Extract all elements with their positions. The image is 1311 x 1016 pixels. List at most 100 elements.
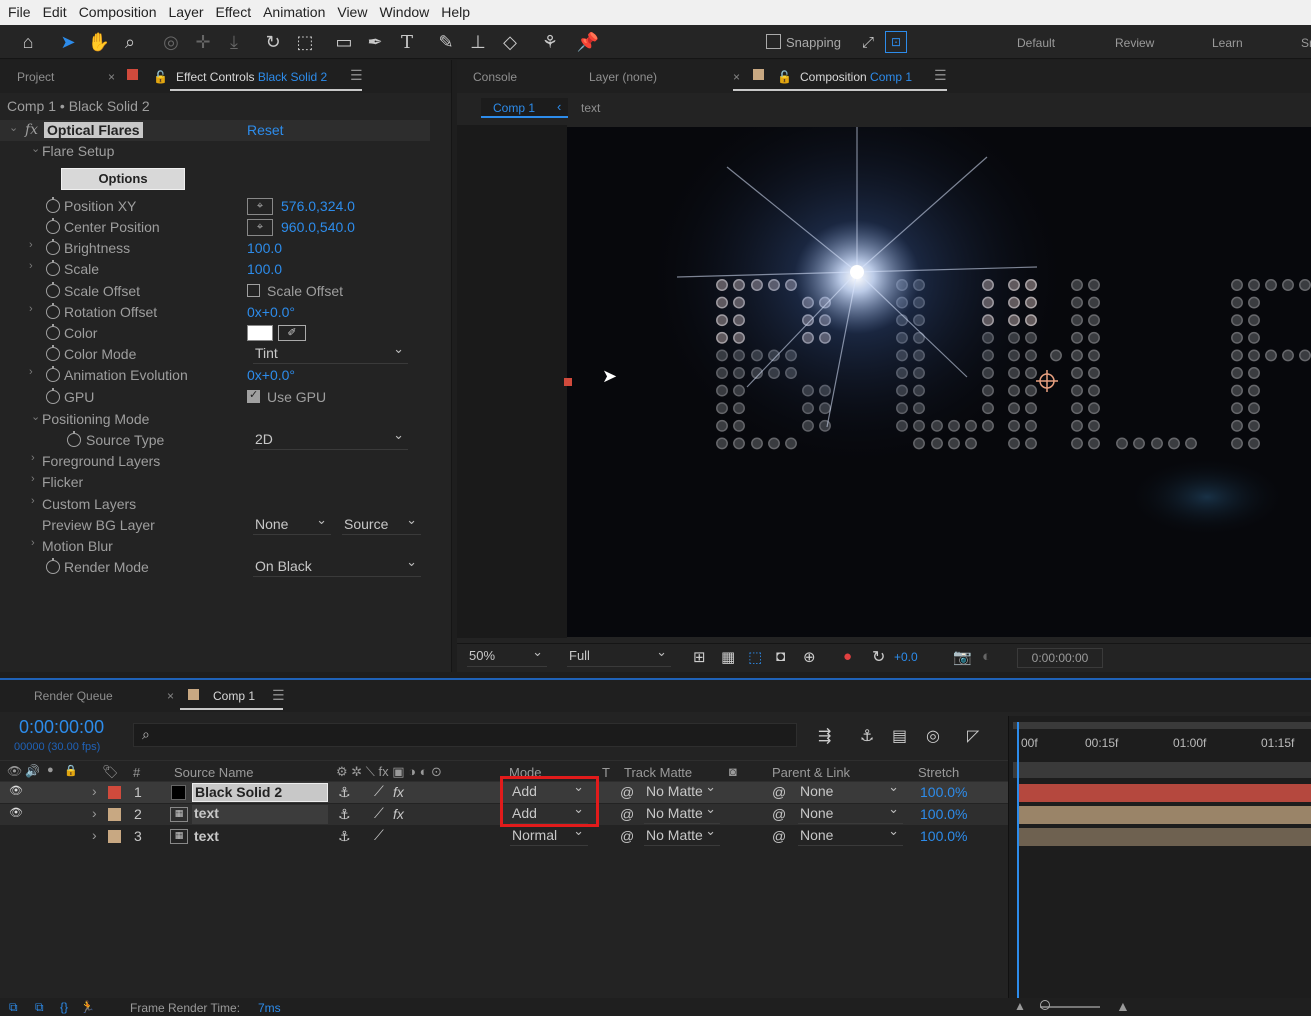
workspace-more[interactable]: Sr [1301, 36, 1311, 50]
viewer-timecode[interactable]: 0:00:00:00 [1017, 648, 1103, 668]
region-of-interest-icon[interactable]: ◘ [776, 648, 785, 665]
blend-mode-dropdown[interactable]: Normal [510, 823, 588, 846]
hand-tool-icon[interactable]: ✋ [86, 29, 112, 55]
positioning-mode-group[interactable]: ⌄ Positioning Mode [0, 409, 430, 430]
mask-visibility-icon[interactable]: ⬚ [748, 648, 762, 666]
show-snapshot-icon[interactable]: ◐ [982, 648, 991, 665]
workspace-learn[interactable]: Learn [1212, 36, 1243, 50]
exposure-value[interactable]: +0.0 [894, 650, 918, 664]
matte-link-icon[interactable]: @ [620, 806, 634, 822]
menu-animation[interactable]: Animation [257, 0, 331, 25]
roto-brush-tool-icon[interactable]: ⚘ [537, 29, 563, 55]
solo-icon[interactable]: ● [47, 764, 54, 776]
menu-edit[interactable]: Edit [37, 0, 73, 25]
transfer-controls-toggle-icon[interactable]: ⧉ [35, 1000, 44, 1015]
pen-tool-icon[interactable]: ✒ [362, 29, 388, 55]
menu-view[interactable]: View [331, 0, 373, 25]
composition-mini-flowchart-icon[interactable]: ⇶ [818, 726, 831, 746]
fx-icon[interactable]: fx [25, 122, 38, 138]
menu-effect[interactable]: Effect [210, 0, 258, 25]
parent-dropdown[interactable]: None [798, 801, 903, 824]
layer-switches-toggle-icon[interactable]: ⧉ [9, 1000, 18, 1015]
stopwatch-icon[interactable] [46, 324, 60, 340]
pick-whip-icon[interactable]: @ [772, 806, 786, 822]
stretch-value[interactable]: 100.0% [920, 828, 967, 844]
snapping-checkbox[interactable] [766, 34, 781, 49]
stopwatch-icon[interactable] [46, 366, 60, 382]
playhead[interactable] [1017, 722, 1019, 1000]
chevron-right-icon[interactable]: › [31, 495, 35, 507]
position-xy-value[interactable]: 576.0,324.0 [281, 198, 355, 214]
stopwatch-icon[interactable] [46, 303, 60, 319]
flare-setup-group[interactable]: ⌄ Flare Setup [0, 141, 430, 162]
chevron-right-icon[interactable]: › [29, 239, 33, 251]
guides-icon[interactable]: ⊕ [803, 648, 816, 666]
layer-label-color[interactable] [108, 786, 121, 799]
quality-switch-icon[interactable]: ⟋ [374, 827, 384, 844]
layer-breadcrumb[interactable]: text [581, 101, 600, 115]
zoom-dropdown[interactable]: 50% [467, 644, 547, 667]
label-tag-icon[interactable]: 🏷 [102, 764, 119, 780]
menu-file[interactable]: File [0, 0, 37, 25]
chevron-right-icon[interactable]: › [92, 783, 97, 799]
options-button[interactable]: Options [61, 168, 185, 190]
chevron-down-icon[interactable]: ⌄ [9, 121, 18, 134]
stretch-value[interactable]: 100.0% [920, 784, 967, 800]
panel-menu-icon[interactable]: ☰ [350, 67, 363, 84]
chevron-down-icon[interactable]: ⌄ [31, 142, 40, 155]
stopwatch-icon[interactable] [46, 388, 60, 404]
snapshot-icon[interactable]: 📷 [953, 648, 972, 666]
lock-icon[interactable]: 🔓 [153, 70, 168, 84]
tab-composition[interactable]: Composition Comp 1 [800, 70, 912, 84]
source-type-dropdown[interactable]: 2D [253, 427, 408, 450]
effect-header-row[interactable]: ⌄ fx Optical Flares Reset [0, 120, 430, 141]
orbit-tool-icon[interactable]: ◎ [158, 29, 184, 55]
chevron-right-icon[interactable]: › [31, 452, 35, 464]
zoom-tool-icon[interactable]: ⌕ [117, 29, 143, 55]
motion-blur-icon[interactable]: ◎ [926, 726, 940, 746]
close-icon[interactable]: × [108, 70, 115, 84]
chevron-right-icon[interactable]: › [31, 473, 35, 485]
parent-dropdown[interactable]: None [798, 779, 903, 802]
chevron-right-icon[interactable]: › [92, 805, 97, 821]
chevron-right-icon[interactable]: › [29, 366, 33, 378]
fx-switch-icon[interactable]: fx [393, 806, 404, 822]
chevron-right-icon[interactable]: › [29, 303, 33, 315]
center-position-value[interactable]: 960.0,540.0 [281, 219, 355, 235]
tab-layer[interactable]: Layer (none) [589, 70, 657, 84]
workspace-review[interactable]: Review [1115, 36, 1154, 50]
motion-blur-group[interactable]: › Motion Blur [0, 536, 430, 557]
zoom-slider-handle[interactable] [1040, 1000, 1050, 1010]
rotation-offset-value[interactable]: 0x+0.0° [247, 304, 295, 320]
current-time[interactable]: 0:00:00:00 [19, 717, 104, 738]
quality-switch-icon[interactable]: ⟋ [374, 805, 384, 822]
reset-link[interactable]: Reset [247, 122, 284, 138]
layer-label-color[interactable] [108, 830, 121, 843]
chevron-right-icon[interactable]: › [29, 260, 33, 272]
brush-tool-icon[interactable]: ✎ [433, 29, 459, 55]
render-mode-dropdown[interactable]: On Black [253, 554, 421, 577]
quality-switch-icon[interactable]: ⟋ [374, 783, 384, 800]
stopwatch-icon[interactable] [46, 282, 60, 298]
stretch-value[interactable]: 100.0% [920, 806, 967, 822]
graph-editor-icon[interactable]: ◸ [967, 726, 979, 746]
in-out-toggle-icon[interactable]: {} [60, 1000, 68, 1014]
close-icon[interactable]: × [167, 689, 174, 703]
layer-label-color[interactable] [108, 808, 121, 821]
time-ruler-area[interactable]: 00f 00:15f 01:00f 01:15f [1008, 716, 1311, 1000]
stopwatch-icon[interactable] [46, 239, 60, 255]
center-position-handle[interactable] [1036, 370, 1058, 392]
matte-link-icon[interactable]: @ [620, 828, 634, 844]
stopwatch-icon[interactable] [46, 197, 60, 213]
lock-icon[interactable]: 🔒 [64, 764, 78, 777]
tab-effect-controls[interactable]: Effect Controls Black Solid 2 [176, 70, 327, 84]
close-icon[interactable]: × [733, 70, 740, 84]
pick-whip-icon[interactable]: @ [772, 784, 786, 800]
timeline-search-input[interactable]: ⌕ [133, 723, 797, 747]
chevron-right-icon[interactable]: › [31, 537, 35, 549]
menu-layer[interactable]: Layer [163, 0, 210, 25]
layer-name[interactable]: text [192, 805, 328, 824]
clone-stamp-tool-icon[interactable]: ⊥ [465, 29, 491, 55]
lock-icon[interactable]: 🔓 [777, 70, 792, 84]
render-time-icon[interactable]: 🏃 [80, 1000, 95, 1014]
